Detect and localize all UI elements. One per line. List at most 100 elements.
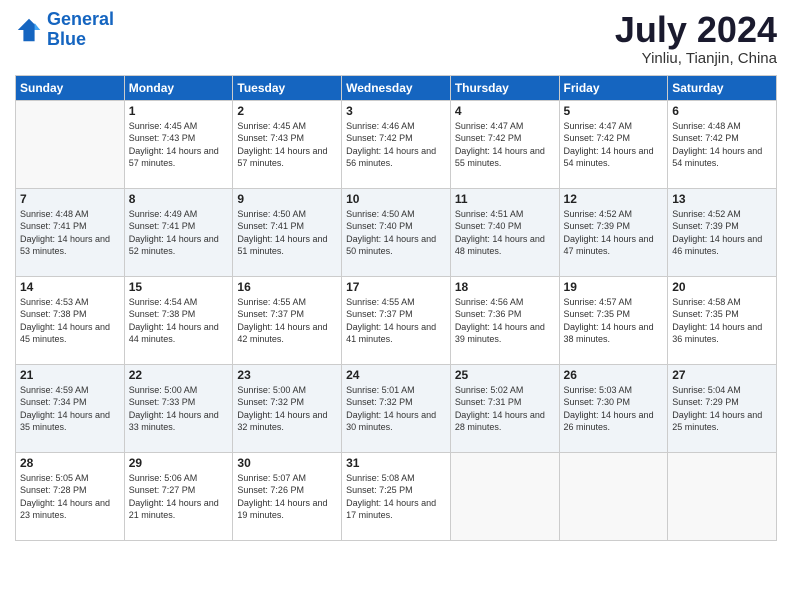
day-number: 4: [455, 104, 555, 118]
logo: General Blue: [15, 10, 114, 50]
month-year-title: July 2024: [615, 10, 777, 50]
table-row: 13 Sunrise: 4:52 AMSunset: 7:39 PMDayligh…: [668, 188, 777, 276]
table-row: 10 Sunrise: 4:50 AMSunset: 7:40 PMDayligh…: [342, 188, 451, 276]
day-number: 9: [237, 192, 337, 206]
day-number: 20: [672, 280, 772, 294]
calendar-table: Sunday Monday Tuesday Wednesday Thursday…: [15, 75, 777, 541]
main-container: General Blue July 2024 Yinliu, Tianjin, …: [0, 0, 792, 612]
logo-general: General: [47, 9, 114, 29]
table-row: 16 Sunrise: 4:55 AMSunset: 7:37 PMDayligh…: [233, 276, 342, 364]
table-row: 2 Sunrise: 4:45 AMSunset: 7:43 PMDaylight…: [233, 100, 342, 188]
day-number: 2: [237, 104, 337, 118]
day-info: Sunrise: 5:08 AMSunset: 7:25 PMDaylight:…: [346, 472, 446, 522]
table-row: 1Sunrise: 4:45 AMSunset: 7:43 PMDaylight…: [124, 100, 233, 188]
header: General Blue July 2024 Yinliu, Tianjin, …: [15, 10, 777, 67]
header-row: Sunday Monday Tuesday Wednesday Thursday…: [16, 75, 777, 100]
table-row: 23 Sunrise: 5:00 AMSunset: 7:32 PMDayligh…: [233, 364, 342, 452]
table-row: 24Sunrise: 5:01 AMSunset: 7:32 PMDayligh…: [342, 364, 451, 452]
day-info: Sunrise: 4:55 AMSunset: 7:37 PMDaylight:…: [346, 296, 446, 346]
day-number: 3: [346, 104, 446, 118]
day-number: 29: [129, 456, 229, 470]
table-row: [450, 452, 559, 540]
day-info: Sunrise: 4:58 AMSunset: 7:35 PMDaylight:…: [672, 296, 772, 346]
day-info: Sunrise: 4:54 AMSunset: 7:38 PMDaylight:…: [129, 296, 229, 346]
day-info: Sunrise: 4:52 AMSunset: 7:39 PMDaylight:…: [564, 208, 664, 258]
day-number: 24: [346, 368, 446, 382]
day-number: 6: [672, 104, 772, 118]
day-info: Sunrise: 5:03 AMSunset: 7:30 PMDaylight:…: [564, 384, 664, 434]
day-number: 22: [129, 368, 229, 382]
day-number: 7: [20, 192, 120, 206]
day-number: 18: [455, 280, 555, 294]
table-row: 27Sunrise: 5:04 AMSunset: 7:29 PMDayligh…: [668, 364, 777, 452]
day-info: Sunrise: 4:47 AMSunset: 7:42 PMDaylight:…: [564, 120, 664, 170]
table-row: [668, 452, 777, 540]
table-row: 8Sunrise: 4:49 AMSunset: 7:41 PMDaylight…: [124, 188, 233, 276]
day-number: 16: [237, 280, 337, 294]
table-row: 31 Sunrise: 5:08 AMSunset: 7:25 PMDayligh…: [342, 452, 451, 540]
day-number: 1: [129, 104, 229, 118]
day-number: 10: [346, 192, 446, 206]
col-wednesday: Wednesday: [342, 75, 451, 100]
day-number: 28: [20, 456, 120, 470]
table-row: 28 Sunrise: 5:05 AMSunset: 7:28 PMDayligh…: [16, 452, 125, 540]
day-info: Sunrise: 4:56 AMSunset: 7:36 PMDaylight:…: [455, 296, 555, 346]
table-row: 29 Sunrise: 5:06 AMSunset: 7:27 PMDayligh…: [124, 452, 233, 540]
day-info: Sunrise: 5:00 AMSunset: 7:32 PMDaylight:…: [237, 384, 337, 434]
title-block: July 2024 Yinliu, Tianjin, China: [615, 10, 777, 67]
logo-icon: [15, 16, 43, 44]
day-number: 15: [129, 280, 229, 294]
table-row: 17 Sunrise: 4:55 AMSunset: 7:37 PMDayligh…: [342, 276, 451, 364]
day-number: 21: [20, 368, 120, 382]
logo-text: General Blue: [47, 10, 114, 50]
day-number: 23: [237, 368, 337, 382]
col-monday: Monday: [124, 75, 233, 100]
day-number: 8: [129, 192, 229, 206]
day-number: 14: [20, 280, 120, 294]
table-row: [16, 100, 125, 188]
table-row: 9 Sunrise: 4:50 AMSunset: 7:41 PMDaylight…: [233, 188, 342, 276]
table-row: 20 Sunrise: 4:58 AMSunset: 7:35 PMDayligh…: [668, 276, 777, 364]
calendar-week-row: 14 Sunrise: 4:53 AMSunset: 7:38 PMDayligh…: [16, 276, 777, 364]
day-number: 5: [564, 104, 664, 118]
calendar-week-row: 7 Sunrise: 4:48 AMSunset: 7:41 PMDaylight…: [16, 188, 777, 276]
day-info: Sunrise: 5:02 AMSunset: 7:31 PMDaylight:…: [455, 384, 555, 434]
day-number: 26: [564, 368, 664, 382]
table-row: 6Sunrise: 4:48 AMSunset: 7:42 PMDaylight…: [668, 100, 777, 188]
table-row: 7 Sunrise: 4:48 AMSunset: 7:41 PMDaylight…: [16, 188, 125, 276]
table-row: 21Sunrise: 4:59 AMSunset: 7:34 PMDayligh…: [16, 364, 125, 452]
col-tuesday: Tuesday: [233, 75, 342, 100]
calendar-week-row: 28 Sunrise: 5:05 AMSunset: 7:28 PMDayligh…: [16, 452, 777, 540]
day-number: 25: [455, 368, 555, 382]
table-row: 18 Sunrise: 4:56 AMSunset: 7:36 PMDayligh…: [450, 276, 559, 364]
table-row: 3Sunrise: 4:46 AMSunset: 7:42 PMDaylight…: [342, 100, 451, 188]
day-info: Sunrise: 4:52 AMSunset: 7:39 PMDaylight:…: [672, 208, 772, 258]
col-friday: Friday: [559, 75, 668, 100]
day-info: Sunrise: 4:50 AMSunset: 7:41 PMDaylight:…: [237, 208, 337, 258]
table-row: 19Sunrise: 4:57 AMSunset: 7:35 PMDayligh…: [559, 276, 668, 364]
day-info: Sunrise: 4:55 AMSunset: 7:37 PMDaylight:…: [237, 296, 337, 346]
day-info: Sunrise: 4:53 AMSunset: 7:38 PMDaylight:…: [20, 296, 120, 346]
day-info: Sunrise: 4:50 AMSunset: 7:40 PMDaylight:…: [346, 208, 446, 258]
table-row: 30Sunrise: 5:07 AMSunset: 7:26 PMDayligh…: [233, 452, 342, 540]
day-info: Sunrise: 5:06 AMSunset: 7:27 PMDaylight:…: [129, 472, 229, 522]
day-info: Sunrise: 4:45 AMSunset: 7:43 PMDaylight:…: [237, 120, 337, 170]
day-info: Sunrise: 4:47 AMSunset: 7:42 PMDaylight:…: [455, 120, 555, 170]
day-number: 30: [237, 456, 337, 470]
day-number: 17: [346, 280, 446, 294]
table-row: 25 Sunrise: 5:02 AMSunset: 7:31 PMDayligh…: [450, 364, 559, 452]
table-row: 26 Sunrise: 5:03 AMSunset: 7:30 PMDayligh…: [559, 364, 668, 452]
day-number: 19: [564, 280, 664, 294]
table-row: 11Sunrise: 4:51 AMSunset: 7:40 PMDayligh…: [450, 188, 559, 276]
day-info: Sunrise: 4:51 AMSunset: 7:40 PMDaylight:…: [455, 208, 555, 258]
day-number: 31: [346, 456, 446, 470]
calendar-week-row: 1 Sunrise: 4:45 AMSunset: 7:43 PMDaylight…: [16, 100, 777, 188]
col-saturday: Saturday: [668, 75, 777, 100]
calendar-week-row: 21Sunrise: 4:59 AMSunset: 7:34 PMDayligh…: [16, 364, 777, 452]
location-subtitle: Yinliu, Tianjin, China: [615, 50, 777, 67]
day-info: Sunrise: 4:48 AMSunset: 7:41 PMDaylight:…: [20, 208, 120, 258]
logo-blue: Blue: [47, 29, 86, 49]
table-row: 14 Sunrise: 4:53 AMSunset: 7:38 PMDayligh…: [16, 276, 125, 364]
day-number: 13: [672, 192, 772, 206]
day-info: Sunrise: 5:05 AMSunset: 7:28 PMDaylight:…: [20, 472, 120, 522]
